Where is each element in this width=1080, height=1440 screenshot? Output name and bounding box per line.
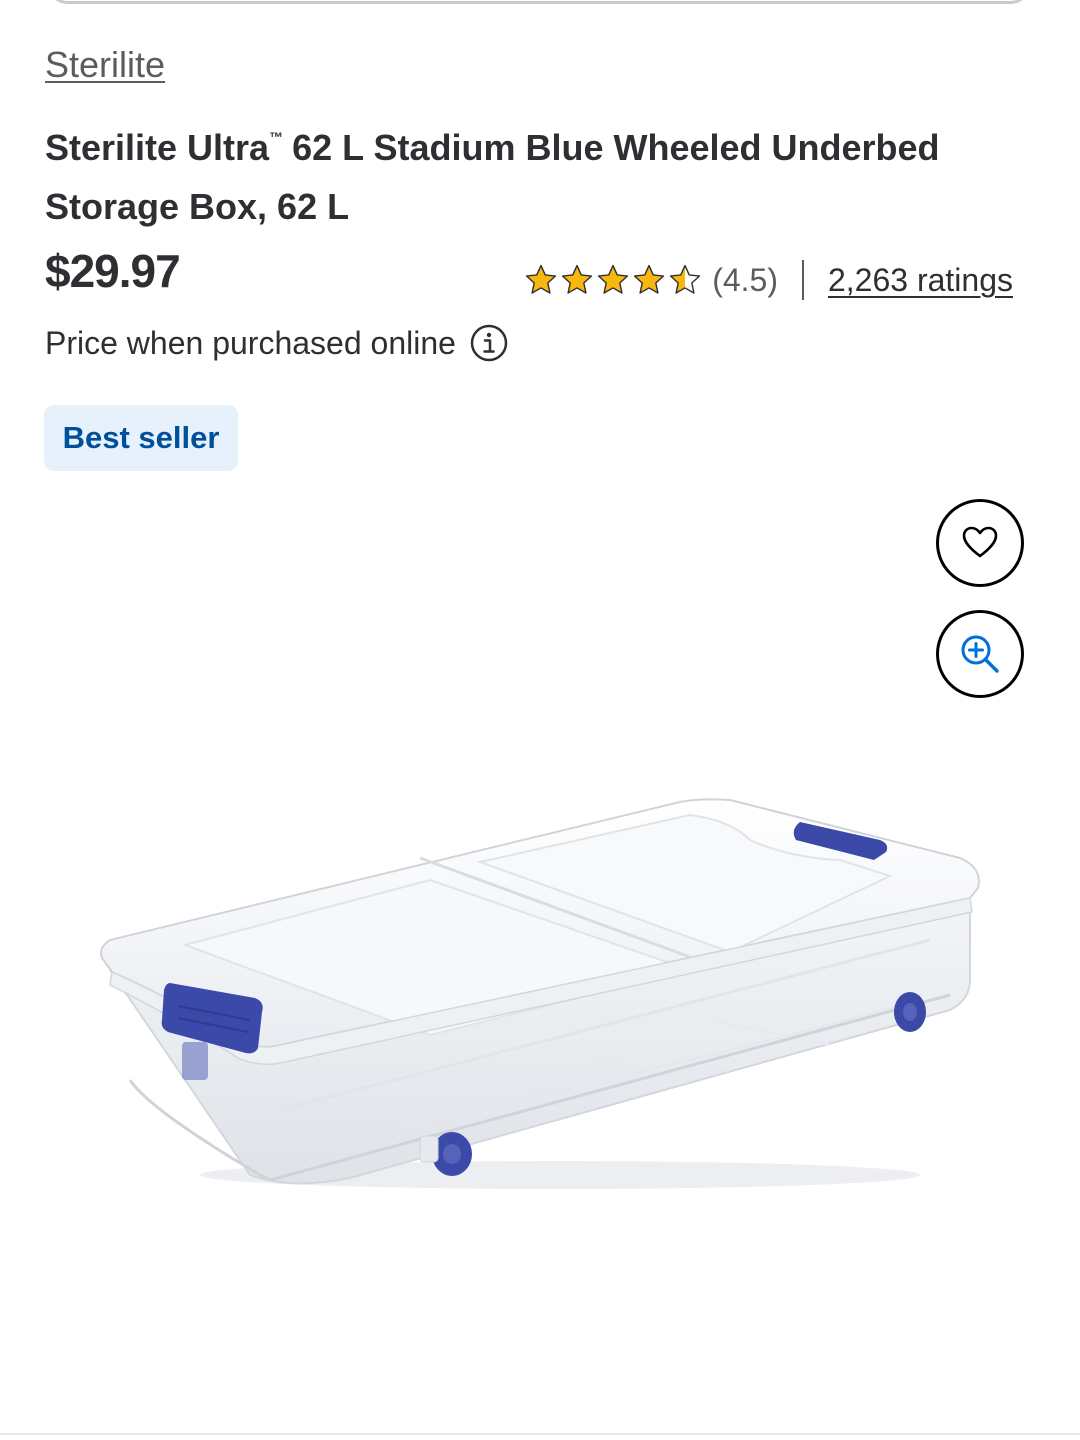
star-icon — [526, 264, 557, 294]
bottom-divider — [0, 1433, 1080, 1435]
star-icon — [598, 264, 629, 294]
price-note-text: Price when purchased online — [45, 324, 456, 361]
search-bar[interactable] — [46, 0, 1032, 4]
rating-summary[interactable]: (4.5) 2,263 ratings — [524, 258, 1013, 302]
favorite-button[interactable] — [936, 499, 1024, 587]
product-title: Sterilite Ultra™ 62 L Stadium Blue Wheel… — [45, 108, 1005, 236]
ratings-count-link[interactable]: 2,263 ratings — [828, 262, 1013, 299]
star-icon — [634, 264, 665, 294]
price-note: Price when purchased online — [45, 324, 508, 362]
rating-divider — [801, 260, 804, 300]
product-image — [100, 798, 980, 1189]
star-icon — [562, 264, 593, 294]
star-rating — [524, 263, 702, 297]
zoom-button[interactable] — [936, 610, 1024, 698]
product-page: Sterilite Sterilite Ultra™ 62 L Stadium … — [0, 0, 1080, 1440]
heart-icon — [962, 526, 998, 558]
product-title-main: Sterilite Ultra — [45, 127, 270, 168]
trademark-symbol: ™ — [269, 129, 283, 145]
info-icon[interactable] — [470, 324, 508, 362]
rating-value: (4.5) — [712, 261, 778, 298]
product-price: $29.97 — [45, 245, 181, 297]
star-half-icon — [670, 264, 701, 294]
brand-link[interactable]: Sterilite — [45, 44, 165, 86]
zoom-in-icon — [961, 635, 999, 673]
best-seller-badge: Best seller — [44, 405, 238, 471]
